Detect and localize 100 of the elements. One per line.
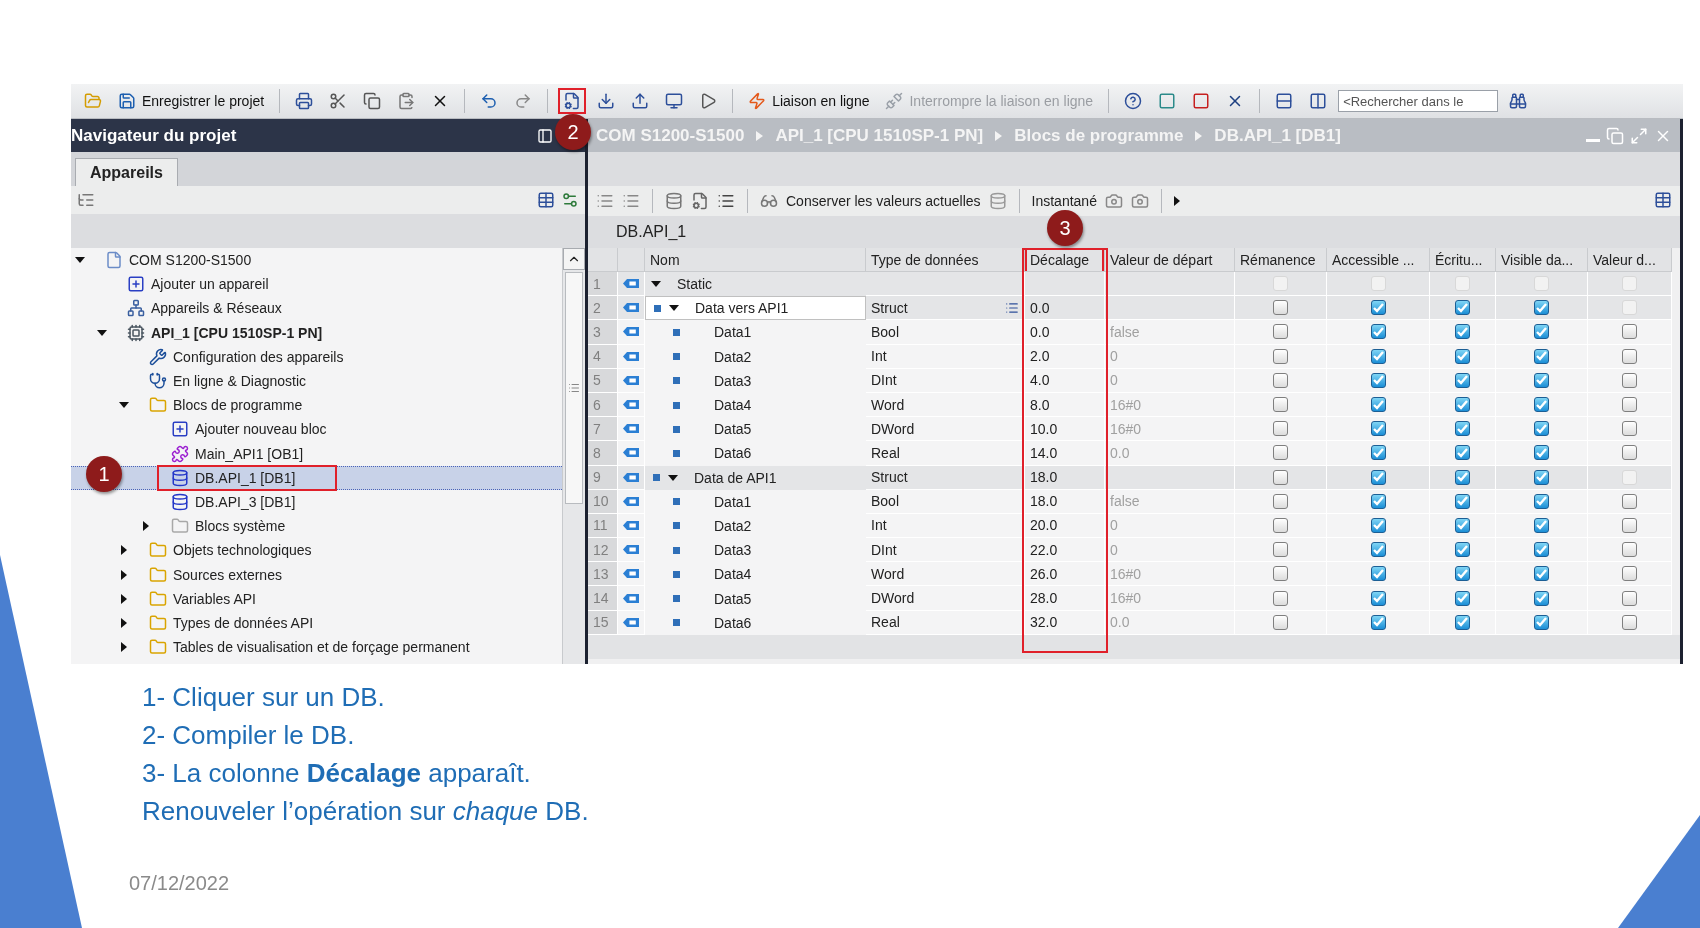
tree-item[interactable]: API_1 [CPU 1510SP-1 PN] [71,320,562,345]
table-cell: Word [866,562,1025,587]
table-cell[interactable]: Data de API1 [645,465,866,490]
table-cell: DWord [866,586,1025,611]
table-cell: false [1105,320,1235,345]
table-cell: Bool [866,320,1025,345]
table-cell[interactable]: Data6 [645,610,866,635]
table-cell[interactable]: Data1 [645,489,866,514]
tree-item[interactable]: Blocs système [71,514,562,539]
tree-label: API_1 [CPU 1510SP-1 PN] [151,324,323,341]
table-cell: Real [866,441,1025,466]
tree-item[interactable]: Types de données API [71,610,562,635]
column-header[interactable]: Type de données [866,248,1025,272]
tree-item[interactable]: DB.API_3 [DB1] [71,489,562,515]
row-number: 12 [588,538,618,563]
tree-label: Blocs système [195,518,286,535]
tree-item[interactable]: Blocs de programme [71,393,562,418]
column-header[interactable]: Nom [645,248,866,272]
toolbar-button[interactable]: Liaison en ligne [743,88,875,114]
table-cell: 0.0 [1105,441,1235,466]
tree-item[interactable]: Objets technologiques [71,538,562,563]
row-number: 7 [588,417,618,442]
table-cell: 26.0 [1025,562,1105,587]
table-cell: 0 [1105,368,1235,393]
tree-label: Main_API1 [OB1] [195,445,304,462]
table-cell[interactable]: Data4 [645,392,866,418]
table-cell[interactable]: Static [645,272,866,297]
instruction-text: Renouveler l’opération sur chaque DB. [142,796,590,827]
search-field[interactable]: <Rechercher dans le [1338,90,1499,112]
table-cell: 10.0 [1025,417,1105,442]
tree-label: DB.API_3 [DB1] [195,493,296,510]
table-cell: 18.0 [1025,489,1105,514]
table-cell: Struct [866,465,1025,490]
tree-item[interactable]: Sources externes [71,562,562,587]
table-cell: DWord [866,417,1025,442]
panel-title: Navigateur du projet [71,125,237,146]
table-cell: 16#0 [1105,417,1235,442]
table-cell: 22.0 [1025,538,1105,563]
table-cell: 16#0 [1105,392,1235,418]
row-number: 14 [588,586,618,611]
toolbar-button[interactable]: Enregistrer le projet [113,88,270,114]
block-title: DB.API_1 [616,223,687,241]
row-number: 1 [588,272,618,297]
table-cell: DInt [866,368,1025,393]
table-cell[interactable]: Data1 [645,320,866,345]
tree-item[interactable]: COM S1200-S1500 [71,248,562,273]
tree-label: Types de données API [173,614,314,631]
table-cell: 16#0 [1105,562,1235,587]
column-header[interactable]: Écritu... [1430,248,1496,272]
tree-label: Appareils & Réseaux [151,300,282,317]
table-cell[interactable]: Data3 [645,368,866,393]
table-cell[interactable]: Data4 [645,562,866,587]
tree-item[interactable]: Ajouter nouveau bloc [71,417,562,442]
tree-label: Ajouter un appareil [151,276,269,293]
table-cell: 0 [1105,538,1235,563]
tree-item[interactable]: Ajouter un appareil [71,272,562,297]
row-number: 9 [588,465,618,490]
column-header[interactable]: Rémanence [1235,248,1327,272]
table-cell: 2.0 [1025,344,1105,369]
table-cell: 18.0 [1025,465,1105,490]
tree-item[interactable]: En ligne & Diagnostic [71,368,562,394]
table-cell[interactable]: Data5 [645,586,866,611]
row-number: 4 [588,344,618,369]
toolbar-label[interactable]: Conserver les valeurs actuelles [786,193,981,209]
table-cell[interactable]: Data2 [645,513,866,539]
tree-label: DB.API_1 [DB1] [195,469,296,486]
table-cell: Word [866,392,1025,418]
table-cell: DInt [866,538,1025,563]
column-header[interactable]: Décalage [1025,248,1105,272]
table-cell: Int [866,513,1025,539]
tree-item[interactable]: Configuration des appareils [71,344,562,369]
instruction-text: 3- La colonne Décalage apparaît. [142,758,532,789]
table-cell: 0 [1105,344,1235,369]
table-cell: 14.0 [1025,441,1105,466]
table-cell: 16#0 [1105,586,1235,611]
tree-item[interactable]: Tables de visualisation et de forçage permanent [71,635,562,660]
tab[interactable]: Appareils [75,158,178,186]
toolbar-label[interactable]: Instantané [1031,193,1097,209]
table-cell: Real [866,610,1025,635]
tree-label: Ajouter nouveau bloc [195,421,327,438]
slide-date: 07/12/2022 [129,872,230,895]
tree-label: Blocs de programme [173,397,303,414]
tree-item[interactable]: Variables API [71,586,562,611]
table-cell[interactable]: Data3 [645,538,866,563]
table-cell[interactable]: Data6 [645,441,866,466]
table-cell: 28.0 [1025,586,1105,611]
table-cell: 0.0 [1025,296,1105,321]
table-cell: 0.0 [1025,320,1105,345]
row-number: 15 [588,610,618,635]
table-cell[interactable]: Data5 [645,417,866,442]
column-header[interactable]: Valeur de départ [1105,248,1235,272]
table-cell[interactable]: Data2 [645,344,866,369]
row-number: 8 [588,441,618,466]
tree-item[interactable]: Appareils & Réseaux [71,296,562,321]
column-header[interactable]: Accessible ... [1327,248,1430,272]
column-header[interactable]: Valeur d... [1588,248,1672,272]
table-cell[interactable]: Data vers API1 [645,296,866,321]
table-cell: 0 [1105,513,1235,539]
column-header[interactable]: Visible da... [1496,248,1588,272]
table-cell: Int [866,344,1025,369]
